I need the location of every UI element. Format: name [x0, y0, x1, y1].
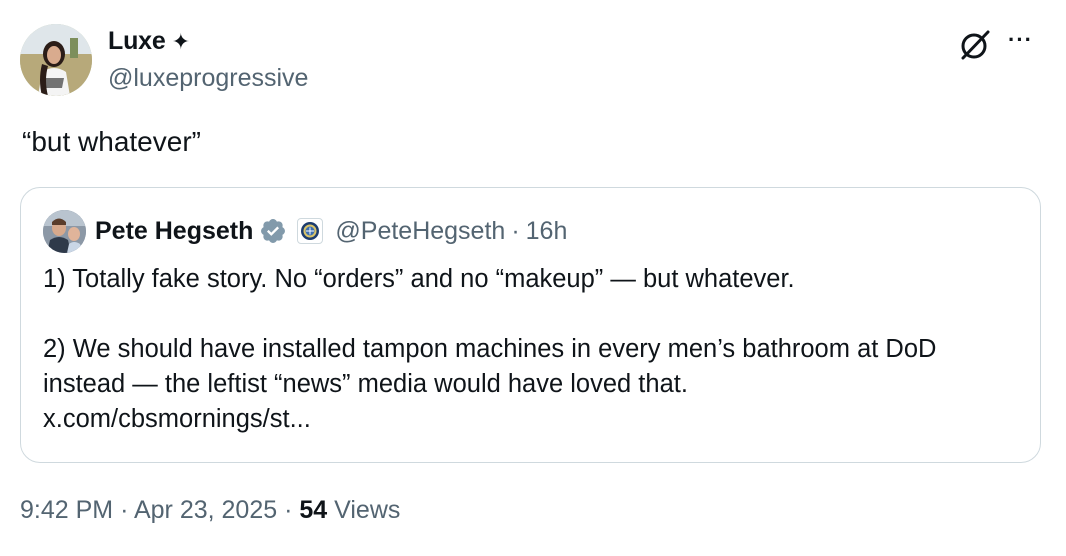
quoted-paragraph-2-line-1: 2) We should have installed tampon machi…: [43, 335, 937, 363]
tweet-date[interactable]: Apr 23, 2025: [134, 496, 277, 524]
sparkle-icon: ✦: [171, 29, 190, 54]
quoted-timestamp[interactable]: 16h: [526, 217, 568, 246]
quoted-author-name[interactable]: Pete Hegseth: [95, 217, 253, 246]
tweet: Luxe ✦ @luxeprogressive ··· “but whatever…: [0, 0, 1066, 556]
verified-badge-icon: [261, 219, 286, 243]
views-count: 54: [299, 496, 328, 524]
meta-separator: ·: [284, 496, 293, 524]
quoted-tweet[interactable]: Pete Hegseth @PeteHegseth · 16h 1) Total…: [20, 187, 1041, 463]
quoted-text: 1) Totally fake story. No “orders” and n…: [43, 262, 1033, 437]
tweet-meta: 9:42 PM · Apr 23, 2025 · 54 Views: [20, 496, 400, 525]
tweet-text: “but whatever”: [22, 126, 201, 157]
views-label: Views: [334, 496, 401, 524]
quoted-avatar[interactable]: [43, 210, 86, 253]
author-name-text: Luxe: [108, 27, 166, 55]
author-avatar[interactable]: [20, 24, 92, 96]
quoted-paragraph-1: 1) Totally fake story. No “orders” and n…: [43, 265, 795, 293]
tweet-time[interactable]: 9:42 PM: [20, 496, 113, 524]
quoted-header: Pete Hegseth @PeteHegseth · 16h: [95, 214, 567, 248]
more-icon[interactable]: ···: [1008, 29, 1042, 58]
quoted-handle[interactable]: @PeteHegseth: [335, 217, 505, 246]
quoted-separator: ·: [511, 216, 520, 245]
dod-seal-icon[interactable]: [297, 218, 324, 244]
author-name[interactable]: Luxe ✦: [108, 27, 190, 56]
grok-icon[interactable]: [958, 28, 992, 62]
author-handle[interactable]: @luxeprogressive: [108, 64, 308, 93]
quoted-paragraph-2-line-2: instead — the leftist “news” media would…: [43, 370, 688, 398]
meta-separator: ·: [120, 496, 129, 524]
quoted-link[interactable]: x.com/cbsmornings/st...: [43, 402, 1033, 437]
